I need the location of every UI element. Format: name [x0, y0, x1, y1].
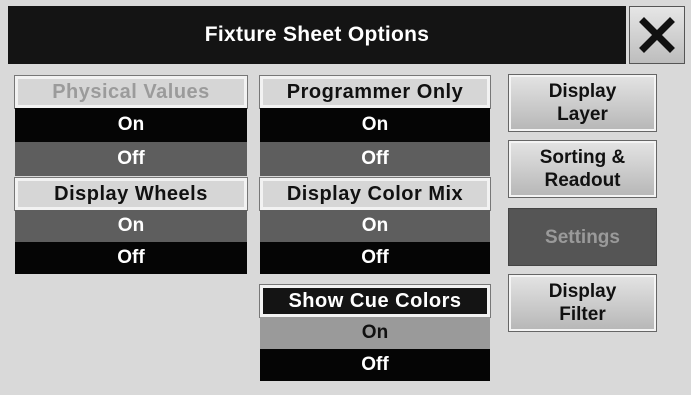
- programmer-only-on-button[interactable]: On: [260, 108, 490, 142]
- close-button[interactable]: [629, 6, 685, 64]
- display-color-mix-label: Display Color Mix: [259, 177, 491, 211]
- display-layer-button[interactable]: Display Layer: [508, 74, 657, 132]
- display-filter-button[interactable]: Display Filter: [508, 274, 657, 332]
- physical-values-label: Physical Values: [14, 75, 248, 109]
- show-cue-colors-on-button[interactable]: On: [260, 317, 490, 349]
- close-icon: [639, 17, 675, 53]
- display-wheels-on-button[interactable]: On: [15, 210, 247, 242]
- display-wheels-label: Display Wheels: [14, 177, 248, 211]
- dialog-title: Fixture Sheet Options: [8, 6, 626, 64]
- programmer-only-group: Programmer Only On Off: [259, 75, 491, 176]
- programmer-only-label: Programmer Only: [259, 75, 491, 109]
- physical-values-off-button[interactable]: Off: [15, 142, 247, 176]
- sorting-readout-button[interactable]: Sorting & Readout: [508, 140, 657, 198]
- programmer-only-off-button[interactable]: Off: [260, 142, 490, 176]
- show-cue-colors-group: Show Cue Colors On Off: [259, 284, 491, 381]
- display-color-mix-off-button[interactable]: Off: [260, 242, 490, 274]
- display-wheels-off-button[interactable]: Off: [15, 242, 247, 274]
- display-color-mix-group: Display Color Mix On Off: [259, 177, 491, 274]
- physical-values-on-button[interactable]: On: [15, 108, 247, 142]
- display-color-mix-on-button[interactable]: On: [260, 210, 490, 242]
- show-cue-colors-label: Show Cue Colors: [259, 284, 491, 318]
- settings-button[interactable]: Settings: [508, 208, 657, 266]
- display-wheels-group: Display Wheels On Off: [14, 177, 248, 274]
- physical-values-group: Physical Values On Off: [14, 75, 248, 176]
- show-cue-colors-off-button[interactable]: Off: [260, 349, 490, 381]
